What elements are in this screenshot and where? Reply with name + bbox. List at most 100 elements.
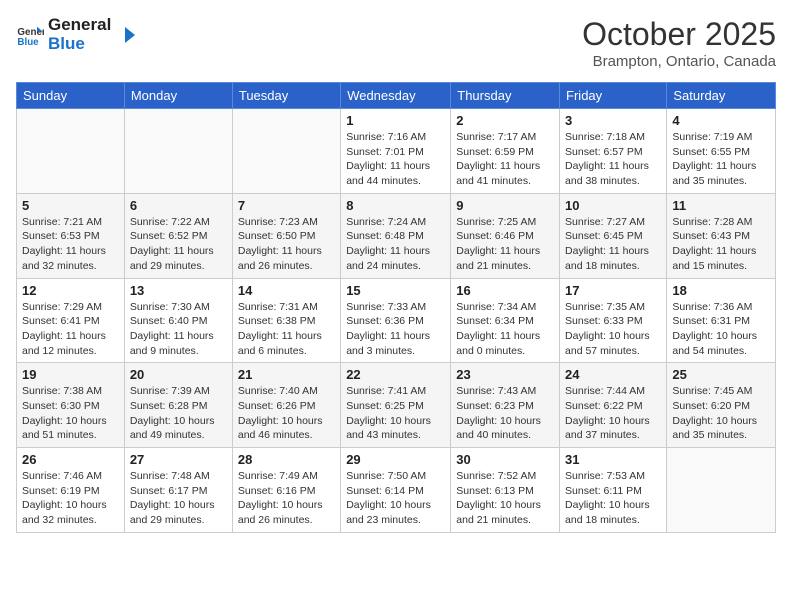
calendar-cell: 18 Sunrise: 7:36 AM Sunset: 6:31 PM Dayli… — [667, 278, 776, 363]
day-info: Sunrise: 7:28 AM Sunset: 6:43 PM Dayligh… — [672, 215, 770, 274]
day-info: Sunrise: 7:19 AM Sunset: 6:55 PM Dayligh… — [672, 130, 770, 189]
day-number: 10 — [565, 198, 661, 213]
calendar-week-row: 26 Sunrise: 7:46 AM Sunset: 6:19 PM Dayli… — [17, 448, 776, 533]
day-info: Sunrise: 7:48 AM Sunset: 6:17 PM Dayligh… — [130, 469, 227, 528]
calendar-cell: 24 Sunrise: 7:44 AM Sunset: 6:22 PM Dayli… — [560, 363, 667, 448]
calendar-cell: 17Sunrise: 7:35 AM Sunset: 6:33 PM Dayli… — [560, 278, 667, 363]
day-info: Sunrise: 7:34 AM Sunset: 6:34 PM Dayligh… — [456, 300, 554, 359]
calendar-cell: 9 Sunrise: 7:25 AM Sunset: 6:46 PM Daylig… — [451, 193, 560, 278]
day-info: Sunrise: 7:36 AM Sunset: 6:31 PM Dayligh… — [672, 300, 770, 359]
day-number: 2 — [456, 113, 554, 128]
day-number: 1 — [346, 113, 445, 128]
day-info: Sunrise: 7:31 AM Sunset: 6:38 PM Dayligh… — [238, 300, 335, 359]
day-number: 15 — [346, 283, 445, 298]
day-info: Sunrise: 7:18 AM Sunset: 6:57 PM Dayligh… — [565, 130, 661, 189]
calendar-cell: 13 Sunrise: 7:30 AM Sunset: 6:40 PM Dayli… — [124, 278, 232, 363]
svg-text:Blue: Blue — [17, 36, 39, 47]
location-subtitle: Brampton, Ontario, Canada — [582, 53, 776, 70]
day-number: 23 — [456, 367, 554, 382]
calendar-cell: 8 Sunrise: 7:24 AM Sunset: 6:48 PM Daylig… — [341, 193, 451, 278]
day-info: Sunrise: 7:30 AM Sunset: 6:40 PM Dayligh… — [130, 300, 227, 359]
day-info: Sunrise: 7:38 AM Sunset: 6:30 PM Dayligh… — [22, 384, 119, 443]
day-info: Sunrise: 7:16 AM Sunset: 7:01 PM Dayligh… — [346, 130, 445, 189]
calendar-cell: 25 Sunrise: 7:45 AM Sunset: 6:20 PM Dayli… — [667, 363, 776, 448]
day-number: 5 — [22, 198, 119, 213]
day-info: Sunrise: 7:52 AM Sunset: 6:13 PM Dayligh… — [456, 469, 554, 528]
day-number: 26 — [22, 452, 119, 467]
day-info: Sunrise: 7:24 AM Sunset: 6:48 PM Dayligh… — [346, 215, 445, 274]
header-day-sunday: Sunday — [17, 83, 125, 109]
day-info: Sunrise: 7:49 AM Sunset: 6:16 PM Dayligh… — [238, 469, 335, 528]
day-info: Sunrise: 7:50 AM Sunset: 6:14 PM Dayligh… — [346, 469, 445, 528]
calendar-cell: 2 Sunrise: 7:17 AM Sunset: 6:59 PM Daylig… — [451, 109, 560, 194]
day-info: Sunrise: 7:35 AM Sunset: 6:33 PM Dayligh… — [565, 300, 661, 359]
calendar-cell: 31 Sunrise: 7:53 AM Sunset: 6:11 PM Dayli… — [560, 448, 667, 533]
day-info: Sunrise: 7:44 AM Sunset: 6:22 PM Dayligh… — [565, 384, 661, 443]
calendar-cell — [232, 109, 340, 194]
calendar-cell: 26 Sunrise: 7:46 AM Sunset: 6:19 PM Dayli… — [17, 448, 125, 533]
day-number: 29 — [346, 452, 445, 467]
calendar-cell: 15 Sunrise: 7:33 AM Sunset: 6:36 PM Dayli… — [341, 278, 451, 363]
calendar-header: SundayMondayTuesdayWednesdayThursdayFrid… — [17, 83, 776, 109]
calendar-cell — [667, 448, 776, 533]
day-info: Sunrise: 7:53 AM Sunset: 6:11 PM Dayligh… — [565, 469, 661, 528]
logo-arrow-icon — [115, 24, 137, 46]
day-number: 3 — [565, 113, 661, 128]
day-number: 20 — [130, 367, 227, 382]
calendar-week-row: 12Sunrise: 7:29 AM Sunset: 6:41 PM Dayli… — [17, 278, 776, 363]
calendar-cell: 6 Sunrise: 7:22 AM Sunset: 6:52 PM Daylig… — [124, 193, 232, 278]
title-block: October 2025 Brampton, Ontario, Canada — [582, 16, 776, 70]
day-info: Sunrise: 7:33 AM Sunset: 6:36 PM Dayligh… — [346, 300, 445, 359]
day-number: 27 — [130, 452, 227, 467]
day-number: 8 — [346, 198, 445, 213]
header-day-tuesday: Tuesday — [232, 83, 340, 109]
calendar-cell: 4 Sunrise: 7:19 AM Sunset: 6:55 PM Daylig… — [667, 109, 776, 194]
day-info: Sunrise: 7:43 AM Sunset: 6:23 PM Dayligh… — [456, 384, 554, 443]
day-number: 28 — [238, 452, 335, 467]
header-day-saturday: Saturday — [667, 83, 776, 109]
calendar-body: 1 Sunrise: 7:16 AM Sunset: 7:01 PM Daylig… — [17, 109, 776, 533]
header-day-wednesday: Wednesday — [341, 83, 451, 109]
day-info: Sunrise: 7:41 AM Sunset: 6:25 PM Dayligh… — [346, 384, 445, 443]
logo-icon: General Blue — [16, 21, 44, 49]
day-info: Sunrise: 7:25 AM Sunset: 6:46 PM Dayligh… — [456, 215, 554, 274]
logo-text-line1: General — [48, 16, 111, 35]
day-info: Sunrise: 7:45 AM Sunset: 6:20 PM Dayligh… — [672, 384, 770, 443]
day-number: 13 — [130, 283, 227, 298]
day-number: 11 — [672, 198, 770, 213]
day-number: 18 — [672, 283, 770, 298]
calendar-cell: 27 Sunrise: 7:48 AM Sunset: 6:17 PM Dayli… — [124, 448, 232, 533]
calendar-cell: 11 Sunrise: 7:28 AM Sunset: 6:43 PM Dayli… — [667, 193, 776, 278]
day-info: Sunrise: 7:40 AM Sunset: 6:26 PM Dayligh… — [238, 384, 335, 443]
calendar-cell: 14 Sunrise: 7:31 AM Sunset: 6:38 PM Dayli… — [232, 278, 340, 363]
logo: General Blue General Blue — [16, 16, 137, 53]
day-info: Sunrise: 7:46 AM Sunset: 6:19 PM Dayligh… — [22, 469, 119, 528]
day-info: Sunrise: 7:17 AM Sunset: 6:59 PM Dayligh… — [456, 130, 554, 189]
day-info: Sunrise: 7:21 AM Sunset: 6:53 PM Dayligh… — [22, 215, 119, 274]
calendar-table: SundayMondayTuesdayWednesdayThursdayFrid… — [16, 82, 776, 533]
day-number: 21 — [238, 367, 335, 382]
day-info: Sunrise: 7:22 AM Sunset: 6:52 PM Dayligh… — [130, 215, 227, 274]
day-number: 24 — [565, 367, 661, 382]
calendar-cell: 23 Sunrise: 7:43 AM Sunset: 6:23 PM Dayli… — [451, 363, 560, 448]
day-number: 7 — [238, 198, 335, 213]
day-number: 25 — [672, 367, 770, 382]
day-number: 4 — [672, 113, 770, 128]
day-number: 6 — [130, 198, 227, 213]
day-number: 30 — [456, 452, 554, 467]
day-number: 19 — [22, 367, 119, 382]
day-number: 31 — [565, 452, 661, 467]
calendar-cell — [124, 109, 232, 194]
day-info: Sunrise: 7:27 AM Sunset: 6:45 PM Dayligh… — [565, 215, 661, 274]
day-number: 14 — [238, 283, 335, 298]
calendar-cell: 21 Sunrise: 7:40 AM Sunset: 6:26 PM Dayli… — [232, 363, 340, 448]
calendar-cell: 30 Sunrise: 7:52 AM Sunset: 6:13 PM Dayli… — [451, 448, 560, 533]
calendar-cell: 29 Sunrise: 7:50 AM Sunset: 6:14 PM Dayli… — [341, 448, 451, 533]
day-number: 16 — [456, 283, 554, 298]
day-number: 9 — [456, 198, 554, 213]
calendar-cell: 12Sunrise: 7:29 AM Sunset: 6:41 PM Dayli… — [17, 278, 125, 363]
day-info: Sunrise: 7:23 AM Sunset: 6:50 PM Dayligh… — [238, 215, 335, 274]
day-number: 22 — [346, 367, 445, 382]
calendar-cell — [17, 109, 125, 194]
calendar-cell: 3 Sunrise: 7:18 AM Sunset: 6:57 PM Daylig… — [560, 109, 667, 194]
